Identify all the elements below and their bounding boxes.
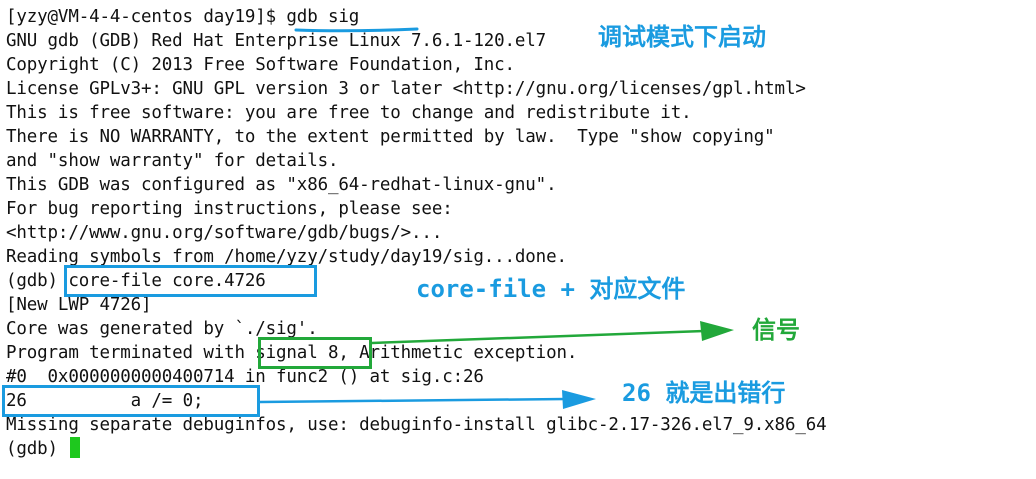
annotation-arrows <box>259 27 734 409</box>
signal-arrow-shaft <box>371 329 705 345</box>
annotation-debug-start: 调试模式下启动 <box>598 23 766 51</box>
annotation-signal: 信号 <box>752 316 800 344</box>
gdb-sig-underline <box>294 27 419 33</box>
signal-arrow-head <box>700 321 734 341</box>
annotation-core-file: core-file + 对应文件 <box>416 275 686 303</box>
terminal-window[interactable]: [yzy@VM-4-4-centos day19]$ gdb sig GNU g… <box>0 0 1036 479</box>
annotation-error-line: 26 就是出错行 <box>622 379 786 407</box>
error-line-arrow-head <box>562 390 596 409</box>
error-line-arrow-shaft <box>259 397 567 404</box>
